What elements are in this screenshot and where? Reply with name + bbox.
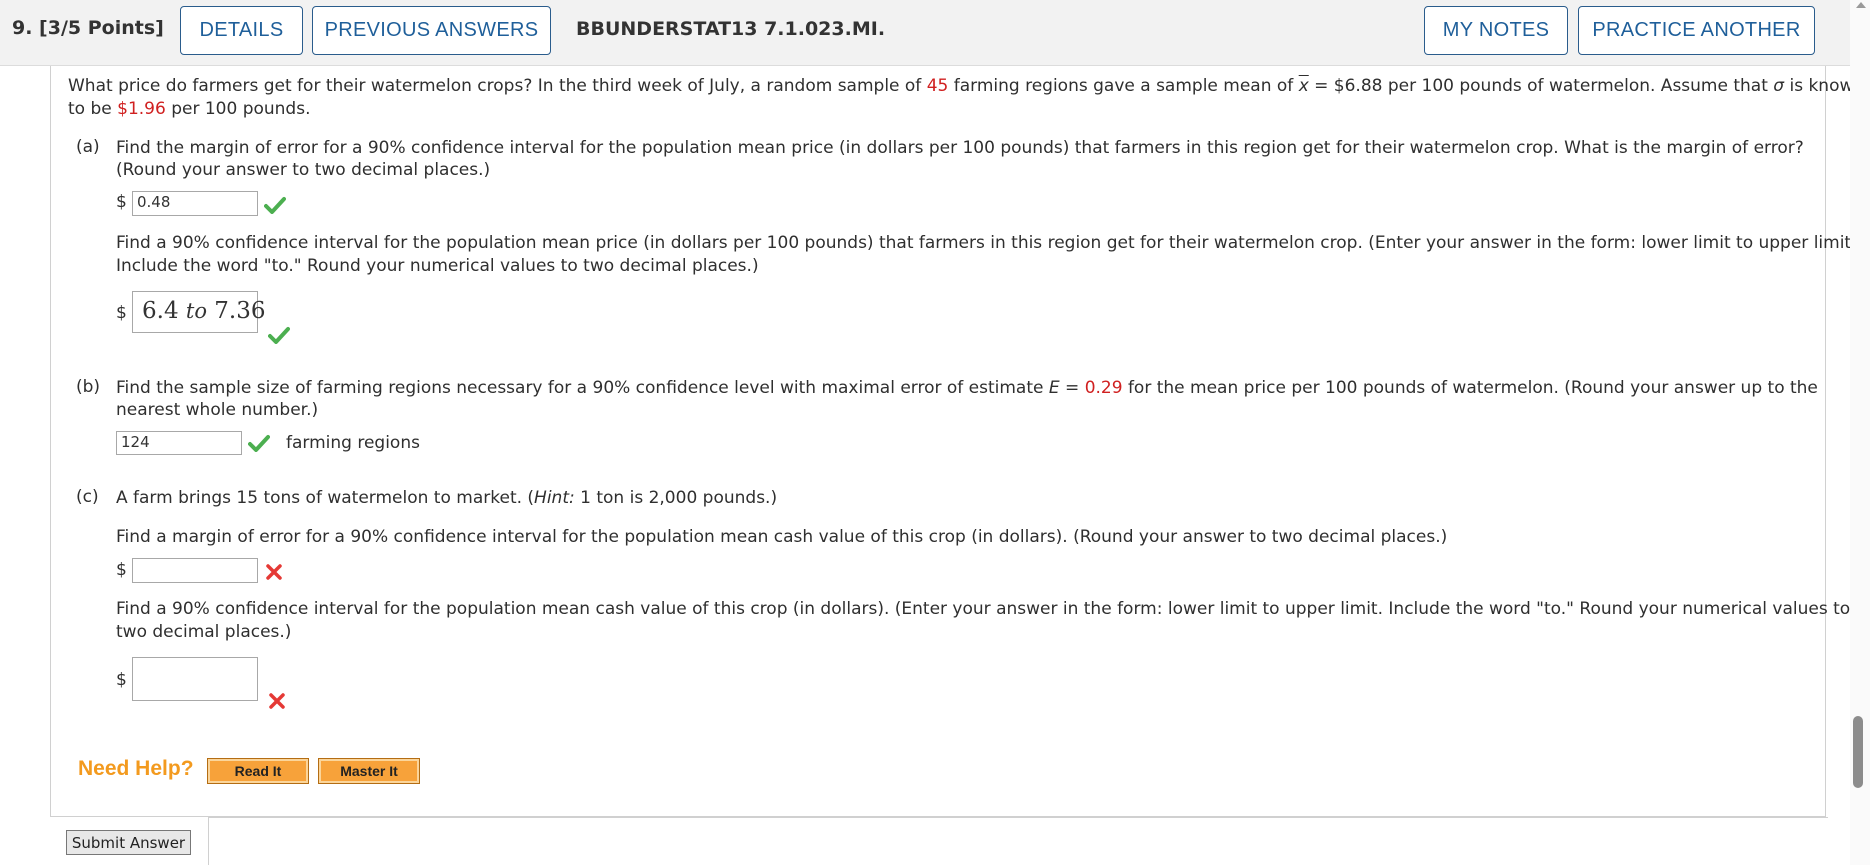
part-a-label: (a): [76, 137, 100, 157]
part-c-intro: A farm brings 15 tons of watermelon to m…: [116, 488, 778, 508]
correct-check-icon: [268, 327, 290, 344]
part-c-question-2-line-1: Find a 90% confidence interval for the p…: [116, 599, 1851, 619]
sample-size-unit: farming regions: [286, 433, 420, 453]
master-it-button[interactable]: Master It: [318, 758, 420, 784]
sigma-value: $1.96: [117, 99, 166, 119]
intro-line-1: What price do farmers get for their wate…: [68, 76, 1865, 96]
cash-margin-of-error-input[interactable]: [132, 558, 258, 583]
currency-symbol: $: [116, 192, 127, 212]
incorrect-x-icon: [269, 693, 285, 709]
intro-line-2: to be $1.96 per 100 pounds.: [68, 99, 311, 119]
scrollbar-thumb[interactable]: [1853, 716, 1863, 788]
part-a-question-2-line-1: Find a 90% confidence interval for the p…: [116, 233, 1857, 253]
e-symbol: E: [1048, 378, 1060, 398]
question-points: 9. [3/5 Points]: [12, 17, 164, 39]
read-it-button[interactable]: Read It: [207, 758, 309, 784]
part-c-question-1: Find a margin of error for a 90% confide…: [116, 527, 1448, 547]
my-notes-button[interactable]: MY NOTES: [1424, 6, 1568, 55]
part-a-question-1-line-2: (Round your answer to two decimal places…: [116, 160, 491, 180]
question-header: 9. [3/5 Points] DETAILS PREVIOUS ANSWERS…: [0, 0, 1850, 66]
sigma-symbol: σ: [1773, 76, 1785, 96]
part-c-label: (c): [76, 487, 99, 507]
part-b-question-line-1: Find the sample size of farming regions …: [116, 378, 1818, 398]
max-error-value: 0.29: [1084, 378, 1123, 398]
incorrect-x-icon: [266, 564, 282, 580]
part-a-question-1-line-1: Find the margin of error for a 90% confi…: [116, 138, 1804, 158]
part-b-label: (b): [76, 377, 101, 397]
correct-check-icon: [248, 435, 270, 452]
details-button[interactable]: DETAILS: [180, 6, 303, 55]
scrollbar[interactable]: [1850, 0, 1870, 865]
correct-check-icon: [264, 197, 286, 214]
currency-symbol: $: [116, 303, 127, 323]
confidence-interval-answer[interactable]: 6.4 to 7.36: [132, 291, 266, 333]
previous-answers-button[interactable]: PREVIOUS ANSWERS: [312, 6, 551, 55]
part-a-question-2-line-2: Include the word "to." Round your numeri…: [116, 256, 759, 276]
scroll-up-arrow-icon[interactable]: [1856, 2, 1866, 8]
practice-another-button[interactable]: PRACTICE ANOTHER: [1578, 6, 1815, 55]
sample-size-input[interactable]: 124: [116, 431, 242, 455]
question-code: BBUNDERSTAT13 7.1.023.MI.: [576, 18, 886, 40]
currency-symbol: $: [116, 670, 127, 690]
cash-confidence-interval-input[interactable]: [132, 657, 258, 701]
xbar-symbol: x: [1298, 76, 1309, 96]
part-c-question-2-line-2: two decimal places.): [116, 622, 292, 642]
margin-of-error-input[interactable]: 0.48: [132, 191, 258, 216]
lower-panel: [208, 817, 1828, 865]
need-help-label: Need Help?: [78, 757, 194, 780]
currency-symbol: $: [116, 560, 127, 580]
submit-answer-button[interactable]: Submit Answer: [66, 830, 191, 855]
sample-size-value: 45: [926, 76, 949, 96]
part-b-question-line-2: nearest whole number.): [116, 400, 319, 420]
